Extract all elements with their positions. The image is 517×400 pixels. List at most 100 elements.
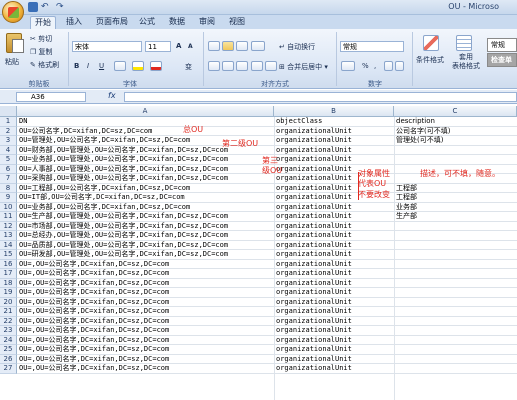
- row-header[interactable]: 4: [0, 145, 17, 155]
- cell-c[interactable]: [394, 231, 517, 241]
- normal-style[interactable]: 常规: [487, 38, 517, 52]
- conditional-format-icon[interactable]: [423, 35, 439, 51]
- office-button[interactable]: [2, 1, 24, 23]
- cell-c[interactable]: 工程部: [394, 184, 517, 194]
- select-all-corner[interactable]: [0, 106, 17, 117]
- align-left-icon[interactable]: [208, 61, 220, 71]
- cell-c[interactable]: description: [394, 117, 517, 127]
- cut-button[interactable]: ✂ 剪切: [30, 34, 52, 44]
- cell-b[interactable]: organizationalUnit: [274, 136, 394, 146]
- decrease-decimal-icon[interactable]: [395, 61, 404, 71]
- percent-button[interactable]: %: [362, 62, 369, 70]
- conditional-format-button[interactable]: 条件格式: [416, 55, 444, 65]
- cell-b[interactable]: organizationalUnit: [274, 307, 394, 317]
- cell-a[interactable]: OU=,OU=公司名字,DC=xifan,DC=sz,DC=com: [17, 364, 274, 374]
- cell-c[interactable]: [394, 250, 517, 260]
- italic-button[interactable]: I: [87, 62, 89, 70]
- cell-b[interactable]: organizationalUnit: [274, 364, 394, 374]
- wrap-text-button[interactable]: ↵ 自动换行: [279, 42, 315, 52]
- row-header[interactable]: 21: [0, 307, 17, 317]
- cell-c[interactable]: 公司名字(可不填): [394, 127, 517, 137]
- align-center-icon[interactable]: [222, 61, 234, 71]
- font-color-icon[interactable]: [150, 61, 162, 71]
- cell-c[interactable]: [394, 288, 517, 298]
- tab-insert[interactable]: 插入: [62, 16, 86, 29]
- font-name-select[interactable]: 宋体: [72, 41, 142, 52]
- cell-c[interactable]: [394, 317, 517, 327]
- row-header[interactable]: 18: [0, 278, 17, 288]
- cell-a[interactable]: OU=,OU=公司名字,DC=xifan,DC=sz,DC=com: [17, 355, 274, 365]
- cell-b[interactable]: organizationalUnit: [274, 241, 394, 251]
- tab-formulas[interactable]: 公式: [135, 16, 159, 29]
- cell-a[interactable]: OU=,OU=公司名字,DC=xifan,DC=sz,DC=com: [17, 326, 274, 336]
- cell-c[interactable]: [394, 155, 517, 165]
- cell-a[interactable]: OU=,OU=公司名字,DC=xifan,DC=sz,DC=com: [17, 269, 274, 279]
- cell-a[interactable]: OU=,OU=公司名字,DC=xifan,DC=sz,DC=com: [17, 317, 274, 327]
- row-header[interactable]: 20: [0, 297, 17, 307]
- row-header[interactable]: 9: [0, 193, 17, 203]
- cell-c[interactable]: [394, 241, 517, 251]
- cell-a[interactable]: OU=总经办,OU=管理处,OU=公司名字,DC=xifan,DC=sz,DC=…: [17, 231, 274, 241]
- cell-a[interactable]: OU=业务部,OU=公司名字,DC=xifan,DC=sz,DC=com: [17, 203, 274, 213]
- cell-b[interactable]: organizationalUnit: [274, 317, 394, 327]
- cell-c[interactable]: [394, 326, 517, 336]
- cell-a[interactable]: OU=,OU=公司名字,DC=xifan,DC=sz,DC=com: [17, 345, 274, 355]
- increase-decimal-icon[interactable]: [384, 61, 393, 71]
- name-box[interactable]: A36: [16, 92, 86, 102]
- cell-b[interactable]: organizationalUnit: [274, 269, 394, 279]
- cell-b[interactable]: organizationalUnit: [274, 212, 394, 222]
- cell-c[interactable]: [394, 307, 517, 317]
- cell-a[interactable]: OU=IT部,OU=公司名字,DC=xifan,DC=sz,DC=com: [17, 193, 274, 203]
- undo-icon[interactable]: ↶: [41, 2, 53, 12]
- borders-icon[interactable]: [114, 61, 126, 71]
- merge-center-button[interactable]: ⊞ 合并后居中 ▾: [279, 62, 328, 72]
- cell-a[interactable]: OU=,OU=公司名字,DC=xifan,DC=sz,DC=com: [17, 298, 274, 308]
- cell-c[interactable]: [394, 279, 517, 289]
- cell-c[interactable]: [394, 345, 517, 355]
- row-header[interactable]: 2: [0, 126, 17, 136]
- tab-home[interactable]: 开始: [30, 16, 56, 29]
- phonetic-button[interactable]: 变: [185, 62, 192, 72]
- cell-c[interactable]: [394, 298, 517, 308]
- cell-b[interactable]: organizationalUnit: [274, 222, 394, 232]
- copy-button[interactable]: ❐ 复制: [30, 47, 53, 57]
- row-header[interactable]: 23: [0, 326, 17, 336]
- row-header[interactable]: 27: [0, 364, 17, 374]
- tab-view[interactable]: 视图: [225, 16, 249, 29]
- cell-c[interactable]: 业务部: [394, 203, 517, 213]
- cell-b[interactable]: organizationalUnit: [274, 355, 394, 365]
- align-top-icon[interactable]: [208, 41, 220, 51]
- format-painter-button[interactable]: ✎ 格式刷: [30, 60, 59, 70]
- cell-a[interactable]: OU=,OU=公司名字,DC=xifan,DC=sz,DC=com: [17, 336, 274, 346]
- cell-c[interactable]: [394, 260, 517, 270]
- cell-b[interactable]: organizationalUnit: [274, 279, 394, 289]
- row-header[interactable]: 5: [0, 155, 17, 165]
- cell-a[interactable]: OU=,OU=公司名字,DC=xifan,DC=sz,DC=com: [17, 307, 274, 317]
- tab-review[interactable]: 审阅: [195, 16, 219, 29]
- cell-a[interactable]: OU=市场部,OU=管理处,OU=公司名字,DC=xifan,DC=sz,DC=…: [17, 222, 274, 232]
- cell-b[interactable]: organizationalUnit: [274, 345, 394, 355]
- row-header[interactable]: 7: [0, 174, 17, 184]
- cell-a[interactable]: OU=,OU=公司名字,DC=xifan,DC=sz,DC=com: [17, 279, 274, 289]
- cell-a[interactable]: OU=品质部,OU=管理处,OU=公司名字,DC=xifan,DC=sz,DC=…: [17, 241, 274, 251]
- align-bottom-icon[interactable]: [236, 41, 248, 51]
- fx-icon[interactable]: fx: [108, 91, 116, 100]
- tab-data[interactable]: 数据: [165, 16, 189, 29]
- cell-b[interactable]: objectClass: [274, 117, 394, 127]
- cell-c[interactable]: [394, 355, 517, 365]
- paste-button[interactable]: 粘贴: [5, 57, 19, 67]
- shrink-font-button[interactable]: A: [188, 43, 193, 50]
- number-format-select[interactable]: 常规: [340, 41, 404, 52]
- decrease-indent-icon[interactable]: [251, 61, 263, 71]
- row-header[interactable]: 26: [0, 354, 17, 364]
- fill-color-icon[interactable]: [132, 61, 144, 71]
- row-header[interactable]: 14: [0, 240, 17, 250]
- bold-button[interactable]: B: [74, 62, 79, 70]
- cell-b[interactable]: organizationalUnit: [274, 260, 394, 270]
- table-format-icon[interactable]: [456, 35, 472, 51]
- cell-b[interactable]: organizationalUnit: [274, 231, 394, 241]
- cell-a[interactable]: DN: [17, 117, 274, 127]
- cell-b[interactable]: organizationalUnit: [274, 326, 394, 336]
- row-header[interactable]: 10: [0, 202, 17, 212]
- cell-c[interactable]: [394, 146, 517, 156]
